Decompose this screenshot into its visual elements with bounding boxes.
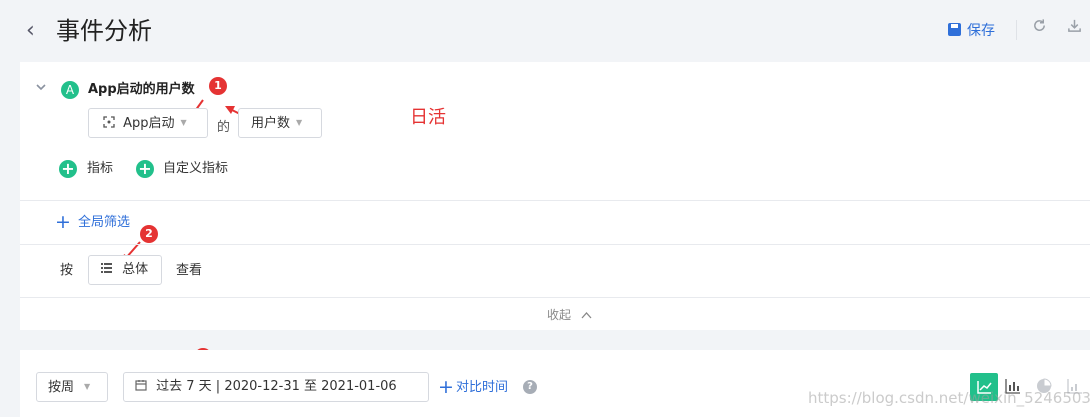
chevron-left-icon[interactable]: ‹ (26, 19, 35, 43)
plus-icon[interactable]: + (59, 160, 77, 178)
metric-name[interactable]: App启动的用户数 (88, 80, 195, 100)
measure-select[interactable]: 用户数 ▼ (238, 108, 322, 138)
annotation-daily-active: 日活 (410, 107, 446, 128)
groupby-select[interactable]: 总体 (88, 255, 162, 285)
event-icon (103, 116, 119, 131)
divider (20, 200, 1090, 201)
measure-select-label: 用户数 (251, 116, 291, 131)
chevron-down-icon[interactable] (35, 81, 47, 97)
caret-down-icon: ▼ (180, 118, 187, 127)
date-range-label: 过去 7 天 | 2020-12-31 至 2021-01-06 (156, 379, 397, 394)
date-range-picker[interactable]: 过去 7 天 | 2020-12-31 至 2021-01-06 (123, 372, 429, 402)
divider (20, 297, 1090, 298)
page-header (0, 0, 1090, 62)
add-metric-button[interactable]: 指标 (87, 160, 113, 178)
global-filter-link[interactable]: 全局筛选 (78, 214, 130, 232)
groupby-select-label: 总体 (122, 262, 149, 277)
list-icon (101, 262, 116, 277)
granularity-label: 按周 (48, 380, 75, 395)
plus-icon[interactable]: + (55, 213, 71, 232)
caret-down-icon: ▼ (296, 118, 303, 127)
event-select[interactable]: App启动 ▼ (88, 108, 208, 138)
collapse-button[interactable]: 收起 (547, 306, 592, 323)
download-icon[interactable] (1067, 18, 1082, 37)
header-divider (1016, 20, 1017, 40)
metric-badge: A (61, 81, 79, 99)
calendar-icon (135, 379, 151, 394)
collapse-label: 收起 (547, 308, 572, 322)
save-icon (948, 23, 961, 36)
watermark: https://blog.csdn.net/weixin_52465033 (808, 389, 1090, 407)
chevron-up-icon (581, 308, 592, 322)
refresh-icon[interactable] (1032, 18, 1047, 37)
event-select-label: App启动 (123, 116, 175, 131)
plus-icon[interactable]: + (136, 160, 154, 178)
compare-time-link[interactable]: 对比时间 (456, 379, 508, 397)
groupby-prefix: 按 (60, 263, 74, 278)
save-button[interactable]: 保存 (948, 21, 995, 41)
divider (20, 244, 1090, 245)
of-label: 的 (217, 120, 231, 135)
save-label: 保存 (967, 23, 995, 39)
add-custom-metric-button[interactable]: 自定义指标 (163, 160, 228, 178)
help-icon[interactable]: ? (523, 380, 537, 394)
granularity-select[interactable]: 按周 ▼ (36, 372, 108, 402)
page-title: 事件分析 (56, 17, 152, 45)
caret-down-icon: ▼ (84, 382, 91, 391)
plus-icon[interactable]: + (438, 378, 454, 397)
groupby-suffix: 查看 (176, 263, 203, 278)
